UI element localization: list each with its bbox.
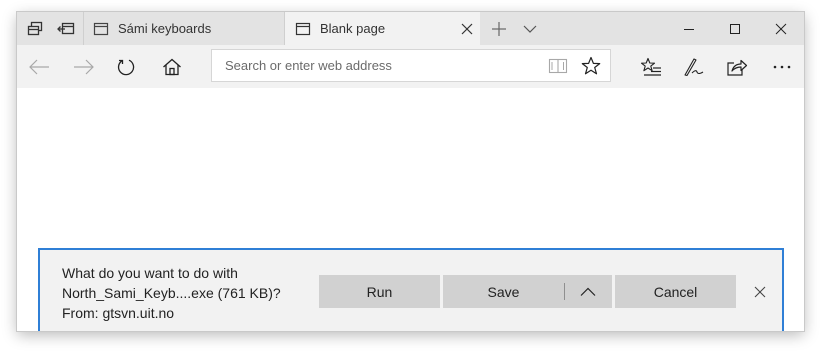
chevron-down-icon: [523, 25, 537, 33]
favorite-star-icon[interactable]: [576, 50, 606, 81]
web-note-icon: [684, 57, 704, 76]
download-filename: North_Sami_Keyb....exe (761 KB)?: [62, 285, 281, 301]
favorites-hub-icon: [640, 57, 661, 76]
forward-arrow-icon: [74, 59, 94, 74]
close-download-bar-button[interactable]: [748, 280, 772, 304]
maximize-button[interactable]: [712, 12, 758, 45]
plus-icon: [492, 21, 506, 36]
share-icon: [727, 59, 748, 76]
refresh-icon: [117, 59, 135, 75]
download-question: What do you want to do with: [62, 265, 238, 281]
favorites-hub-button[interactable]: [631, 45, 671, 88]
close-icon: [775, 23, 787, 34]
browser-window: Sámi keyboards Blank page Search or ente…: [17, 12, 804, 331]
cancel-button[interactable]: Cancel: [615, 275, 736, 308]
minimize-button[interactable]: [666, 12, 712, 45]
page-icon: [294, 21, 312, 37]
download-notification-bar: What do you want to do with North_Sami_K…: [38, 248, 784, 331]
close-icon: [754, 286, 766, 298]
more-icon: [773, 65, 791, 68]
download-message: What do you want to do with North_Sami_K…: [62, 263, 281, 323]
reading-view-icon[interactable]: [543, 50, 573, 81]
tab-blank-page[interactable]: Blank page: [285, 12, 480, 45]
new-tab-button[interactable]: [484, 12, 514, 45]
chevron-up-icon: [580, 287, 596, 296]
save-split-divider: [564, 283, 565, 300]
tab-label: Sámi keyboards: [118, 21, 212, 36]
close-window-button[interactable]: [758, 12, 804, 45]
navigation-toolbar: [17, 45, 804, 88]
home-icon: [163, 58, 181, 75]
tab-preview-icon[interactable]: [19, 12, 50, 45]
more-button[interactable]: [762, 45, 802, 88]
close-tab-icon[interactable]: [458, 20, 476, 38]
share-button[interactable]: [717, 45, 757, 88]
tab-strip: Sámi keyboards Blank page: [17, 12, 804, 45]
address-bar: [211, 49, 611, 82]
minimize-icon: [684, 28, 694, 30]
address-input[interactable]: [212, 50, 522, 81]
set-aside-tabs-icon[interactable]: [50, 12, 81, 45]
web-note-button[interactable]: [674, 45, 714, 88]
run-button[interactable]: Run: [319, 275, 440, 308]
forward-button[interactable]: [64, 45, 104, 88]
tab-label: Blank page: [320, 21, 386, 36]
maximize-icon: [730, 23, 740, 34]
download-source: From: gtsvn.uit.no: [62, 305, 175, 321]
save-button[interactable]: Save: [443, 275, 564, 308]
home-button[interactable]: [152, 45, 192, 88]
save-options-button[interactable]: [564, 275, 612, 308]
page-icon: [92, 21, 110, 37]
tab-sami-keyboards[interactable]: Sámi keyboards: [83, 12, 285, 45]
back-arrow-icon: [29, 59, 49, 74]
refresh-button[interactable]: [106, 45, 146, 88]
back-button[interactable]: [19, 45, 59, 88]
show-tab-previews-button[interactable]: [517, 12, 543, 45]
